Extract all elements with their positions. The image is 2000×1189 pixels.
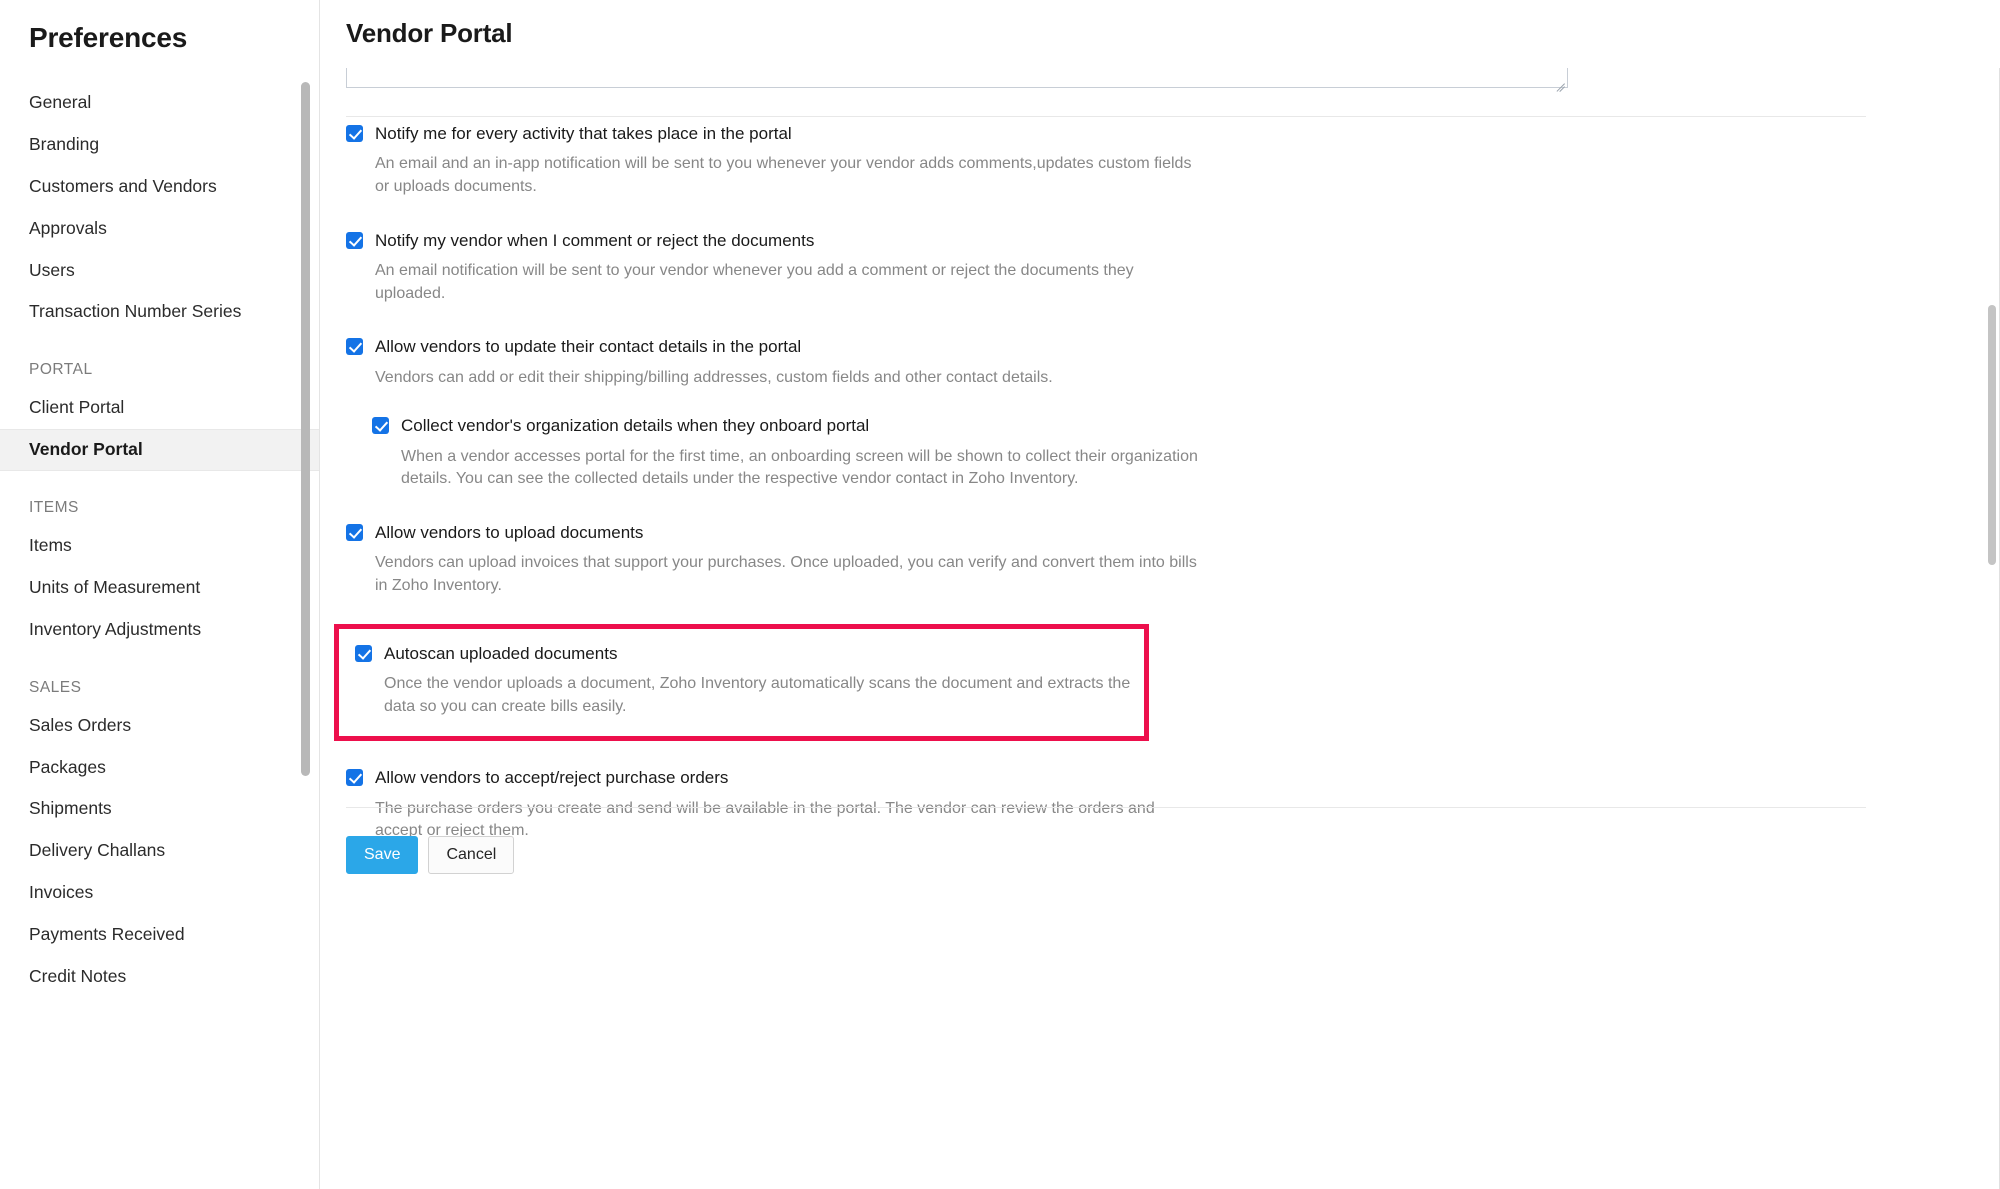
option-allow-update-contact-row[interactable]: Allow vendors to update their contact de… — [346, 336, 2000, 357]
option-notify-vendor-comment: Notify my vendor when I comment or rejec… — [320, 230, 2000, 306]
sidebar-item-invoices[interactable]: Invoices — [0, 872, 319, 914]
option-collect-org-details-label[interactable]: Collect vendor's organization details wh… — [401, 415, 869, 436]
sidebar-item-approvals[interactable]: Approvals — [0, 208, 319, 250]
main-header: Vendor Portal — [320, 0, 2000, 68]
form-actions: Save Cancel — [346, 836, 515, 874]
preferences-page: Preferences General Branding Customers a… — [0, 0, 2000, 1189]
sidebar-nav: General Branding Customers and Vendors A… — [0, 82, 319, 998]
option-notify-activity-label[interactable]: Notify me for every activity that takes … — [375, 123, 792, 144]
options-list: Notify me for every activity that takes … — [320, 123, 2000, 843]
checkbox-notify-activity[interactable] — [346, 125, 363, 142]
option-notify-vendor-comment-label[interactable]: Notify my vendor when I comment or rejec… — [375, 230, 814, 251]
autoscan-highlight-box: Autoscan uploaded documents Once the ven… — [334, 623, 1149, 742]
option-autoscan-documents: Autoscan uploaded documents Once the ven… — [355, 643, 1144, 719]
checkbox-autoscan-documents[interactable] — [355, 644, 372, 662]
option-notify-vendor-comment-row[interactable]: Notify my vendor when I comment or rejec… — [346, 230, 2000, 251]
sidebar-item-sales-orders[interactable]: Sales Orders — [0, 705, 319, 747]
sidebar-item-customers-and-vendors[interactable]: Customers and Vendors — [0, 166, 319, 208]
sidebar-section-portal: PORTAL — [29, 361, 93, 379]
option-autoscan-documents-label[interactable]: Autoscan uploaded documents — [384, 643, 617, 664]
sidebar-item-client-portal[interactable]: Client Portal — [0, 387, 319, 429]
settings-content: Notify me for every activity that takes … — [320, 68, 2000, 1189]
sidebar-section-sales: SALES — [29, 678, 82, 696]
sidebar-item-delivery-challans[interactable]: Delivery Challans — [0, 830, 319, 872]
cancel-button[interactable]: Cancel — [428, 836, 515, 874]
option-autoscan-documents-row[interactable]: Autoscan uploaded documents — [355, 643, 1144, 664]
sidebar-item-items[interactable]: Items — [0, 525, 319, 567]
option-collect-org-details: Collect vendor's organization details wh… — [346, 415, 2000, 491]
sidebar-item-units-of-measurement[interactable]: Units of Measurement — [0, 567, 319, 609]
sidebar-title: Preferences — [29, 22, 188, 53]
sidebar-item-branding[interactable]: Branding — [0, 124, 319, 166]
option-allow-upload-documents-row[interactable]: Allow vendors to upload documents — [346, 522, 2000, 543]
option-allow-upload-documents-label[interactable]: Allow vendors to upload documents — [375, 522, 643, 543]
option-autoscan-documents-description: Once the vendor uploads a document, Zoho… — [384, 674, 1131, 715]
divider-top — [346, 116, 1866, 117]
sidebar-section-items: ITEMS — [29, 499, 79, 516]
checkbox-allow-update-contact[interactable] — [346, 338, 363, 356]
option-allow-accept-reject-po-label[interactable]: Allow vendors to accept/reject purchase … — [375, 767, 728, 788]
option-collect-org-details-row[interactable]: Collect vendor's organization details wh… — [372, 415, 2000, 436]
checkbox-allow-upload-documents[interactable] — [346, 524, 363, 542]
main-scrollbar-thumb[interactable] — [1988, 305, 1996, 565]
sidebar-item-packages[interactable]: Packages — [0, 747, 319, 789]
option-allow-upload-documents: Allow vendors to upload documents Vendor… — [320, 522, 2000, 598]
main-panel: Vendor Portal Notify me for every activi… — [320, 0, 2000, 1189]
sidebar-item-shipments[interactable]: Shipments — [0, 788, 319, 830]
textarea-resize-handle-icon[interactable] — [1553, 73, 1565, 92]
save-button[interactable]: Save — [346, 836, 419, 874]
sidebar-item-vendor-portal[interactable]: Vendor Portal — [0, 429, 319, 471]
option-notify-vendor-comment-description: An email notification will be sent to yo… — [375, 261, 1134, 302]
checkbox-notify-vendor-comment[interactable] — [346, 231, 363, 249]
option-allow-update-contact-label[interactable]: Allow vendors to update their contact de… — [375, 336, 801, 357]
checkbox-collect-org-details[interactable] — [372, 417, 389, 435]
option-allow-update-contact: Allow vendors to update their contact de… — [320, 336, 2000, 389]
page-title: Vendor Portal — [346, 18, 513, 48]
sidebar-item-inventory-adjustments[interactable]: Inventory Adjustments — [0, 609, 319, 651]
sidebar-item-users[interactable]: Users — [0, 250, 319, 292]
sidebar-item-payments-received[interactable]: Payments Received — [0, 914, 319, 956]
sidebar-item-credit-notes[interactable]: Credit Notes — [0, 956, 319, 998]
option-allow-accept-reject-po-row[interactable]: Allow vendors to accept/reject purchase … — [346, 767, 2000, 788]
sidebar-item-transaction-number-series[interactable]: Transaction Number Series — [0, 291, 319, 333]
option-notify-activity: Notify me for every activity that takes … — [320, 123, 2000, 199]
portal-message-textarea[interactable] — [346, 68, 1568, 92]
option-allow-upload-documents-description: Vendors can upload invoices that support… — [375, 554, 1197, 594]
option-notify-activity-row[interactable]: Notify me for every activity that takes … — [346, 123, 2000, 144]
option-allow-update-contact-description: Vendors can add or edit their shipping/b… — [375, 368, 1053, 386]
divider-bottom — [346, 807, 1866, 808]
option-allow-accept-reject-po: Allow vendors to accept/reject purchase … — [320, 767, 2000, 843]
sidebar-scrollbar-thumb[interactable] — [301, 82, 310, 776]
option-collect-org-details-description: When a vendor accesses portal for the fi… — [401, 447, 1198, 488]
option-notify-activity-description: An email and an in-app notification will… — [375, 155, 1192, 195]
portal-message-textarea-strip — [346, 68, 1568, 92]
checkbox-allow-accept-reject-po[interactable] — [346, 769, 363, 787]
sidebar: Preferences General Branding Customers a… — [0, 0, 320, 1189]
sidebar-item-general[interactable]: General — [0, 82, 319, 124]
